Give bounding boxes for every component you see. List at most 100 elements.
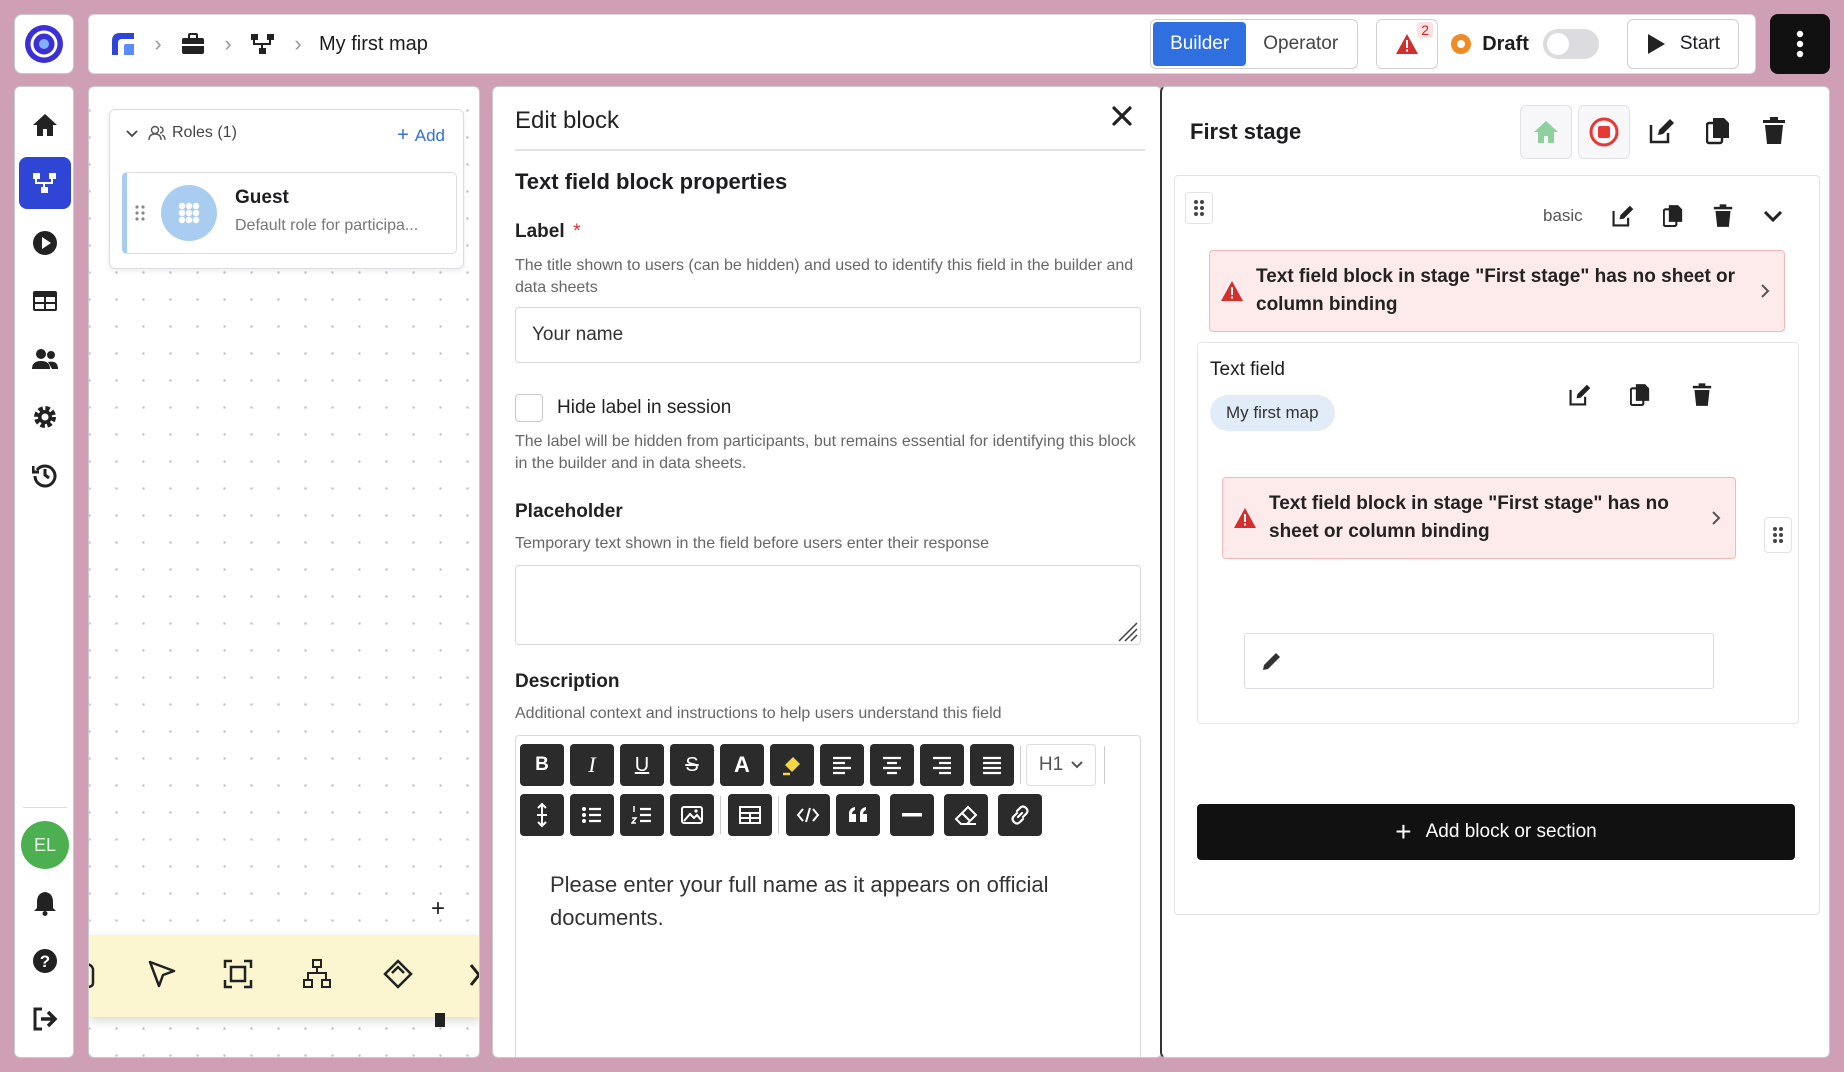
link-button[interactable] xyxy=(998,794,1042,836)
warning-icon xyxy=(1396,34,1419,54)
justify-button[interactable] xyxy=(970,744,1014,786)
delete-block-button[interactable] xyxy=(1680,373,1724,417)
clear-format-button[interactable] xyxy=(944,794,988,836)
trash-icon xyxy=(1692,383,1712,406)
role-avatar xyxy=(161,185,217,241)
home-icon[interactable] xyxy=(19,99,71,151)
stop-icon xyxy=(1589,117,1619,147)
hide-label-help: The label will be hidden from participan… xyxy=(515,433,1136,472)
bold-button[interactable]: B xyxy=(520,744,564,786)
operator-mode-button[interactable]: Operator xyxy=(1246,22,1355,66)
add-block-button[interactable]: + Add block or section xyxy=(1197,804,1795,860)
hand-icon[interactable] xyxy=(89,961,97,994)
table-icon[interactable] xyxy=(19,275,71,327)
label-input[interactable]: Your name xyxy=(515,307,1141,363)
text-field-preview[interactable] xyxy=(1244,633,1714,689)
eraser-icon xyxy=(954,805,978,825)
frame-select-icon[interactable] xyxy=(223,959,253,994)
more-menu-button[interactable] xyxy=(1770,14,1830,74)
start-button[interactable]: Start xyxy=(1626,19,1739,69)
edit-stage-button[interactable] xyxy=(1640,109,1684,153)
chevron-down-icon[interactable] xyxy=(126,125,138,141)
avatar[interactable]: EL xyxy=(21,821,69,869)
decision-icon[interactable] xyxy=(383,959,413,994)
trash-icon[interactable] xyxy=(435,1013,445,1027)
warnings-button[interactable]: 2 xyxy=(1376,19,1439,69)
strikethrough-button[interactable]: S xyxy=(670,744,714,786)
blockquote-button[interactable] xyxy=(836,794,880,836)
drag-handle-icon[interactable] xyxy=(135,205,145,226)
heading-select[interactable]: H1 xyxy=(1026,744,1096,786)
duplicate-stage-button[interactable] xyxy=(1696,109,1740,153)
align-center-button[interactable] xyxy=(870,744,914,786)
pointer-icon[interactable] xyxy=(147,959,177,994)
more-tools-icon[interactable] xyxy=(469,961,479,994)
description-content[interactable]: Please enter your full name as it appear… xyxy=(550,868,1110,934)
code-button[interactable] xyxy=(786,794,830,836)
binding-warning-2[interactable]: Text field block in stage "First stage" … xyxy=(1222,477,1736,559)
numbered-list-button[interactable] xyxy=(620,794,664,836)
text-field-block[interactable]: Text field My first map Text field block… xyxy=(1197,342,1799,724)
highlight-button[interactable] xyxy=(770,744,814,786)
map-canvas[interactable]: Roles (1) + Add Guest Default role for p… xyxy=(88,86,480,1058)
role-card-guest[interactable]: Guest Default role for participa... xyxy=(122,172,457,254)
app-logo-icon xyxy=(25,25,63,63)
drag-handle-icon[interactable] xyxy=(1764,517,1792,553)
users-icon[interactable] xyxy=(19,333,71,385)
map-tree-icon[interactable] xyxy=(245,26,281,62)
delete-stage-button[interactable] xyxy=(1752,109,1796,153)
edit-section-button[interactable] xyxy=(1601,194,1645,238)
app-logo[interactable] xyxy=(14,14,74,74)
duplicate-section-button[interactable] xyxy=(1651,194,1695,238)
binding-warning-1[interactable]: Text field block in stage "First stage" … xyxy=(1209,250,1785,332)
block-chip: My first map xyxy=(1210,395,1335,431)
drag-handle-icon[interactable] xyxy=(1185,192,1213,224)
chevron-down-icon xyxy=(1763,210,1783,222)
set-start-stage-button[interactable] xyxy=(1520,105,1572,159)
hide-label-checkbox[interactable] xyxy=(515,394,543,422)
logout-icon[interactable] xyxy=(19,993,71,1045)
builder-mode-button[interactable]: Builder xyxy=(1153,22,1247,66)
chevron-right-icon xyxy=(1712,511,1721,525)
italic-button[interactable]: I xyxy=(570,744,614,786)
edit-icon xyxy=(1612,205,1634,227)
horizontal-rule-button[interactable] xyxy=(890,794,934,836)
font-color-button[interactable]: A xyxy=(720,744,764,786)
bullet-list-icon xyxy=(582,807,601,823)
brand-icon[interactable] xyxy=(105,26,141,62)
trash-icon xyxy=(1763,117,1785,144)
line-height-button[interactable] xyxy=(520,794,564,836)
align-right-button[interactable] xyxy=(920,744,964,786)
table-button[interactable] xyxy=(728,794,772,836)
map-icon[interactable] xyxy=(19,157,71,209)
add-role-button[interactable]: + Add xyxy=(397,124,445,147)
hierarchy-icon[interactable] xyxy=(303,959,331,994)
underline-button[interactable]: U xyxy=(620,744,664,786)
play-circle-icon[interactable] xyxy=(19,217,71,269)
block-title: Text field xyxy=(1210,359,1285,380)
help-icon[interactable]: ? xyxy=(19,935,71,987)
align-left-button[interactable] xyxy=(820,744,864,786)
section-container: basic Text field block in stage "First s… xyxy=(1174,175,1820,915)
page-title: My first map xyxy=(319,32,428,55)
briefcase-icon[interactable] xyxy=(175,26,211,62)
chevron-right-icon xyxy=(1761,284,1770,298)
edit-icon xyxy=(1569,384,1591,406)
close-icon[interactable] xyxy=(1111,105,1133,132)
gear-icon[interactable] xyxy=(19,391,71,443)
users-outline-icon xyxy=(148,125,166,141)
history-icon[interactable] xyxy=(19,449,71,501)
delete-section-button[interactable] xyxy=(1701,194,1745,238)
duplicate-block-button[interactable] xyxy=(1618,373,1662,417)
resize-handle-icon[interactable] xyxy=(1115,619,1139,648)
bullet-list-button[interactable] xyxy=(570,794,614,836)
image-button[interactable] xyxy=(670,794,714,836)
placeholder-textarea[interactable] xyxy=(515,565,1141,645)
zoom-in-button[interactable]: + xyxy=(431,895,445,923)
edit-block-button[interactable] xyxy=(1558,373,1602,417)
sidebar-divider xyxy=(23,807,67,808)
draft-toggle[interactable] xyxy=(1542,29,1599,59)
collapse-section-button[interactable] xyxy=(1751,194,1795,238)
set-end-stage-button[interactable] xyxy=(1578,105,1630,159)
bell-icon[interactable] xyxy=(19,877,71,929)
